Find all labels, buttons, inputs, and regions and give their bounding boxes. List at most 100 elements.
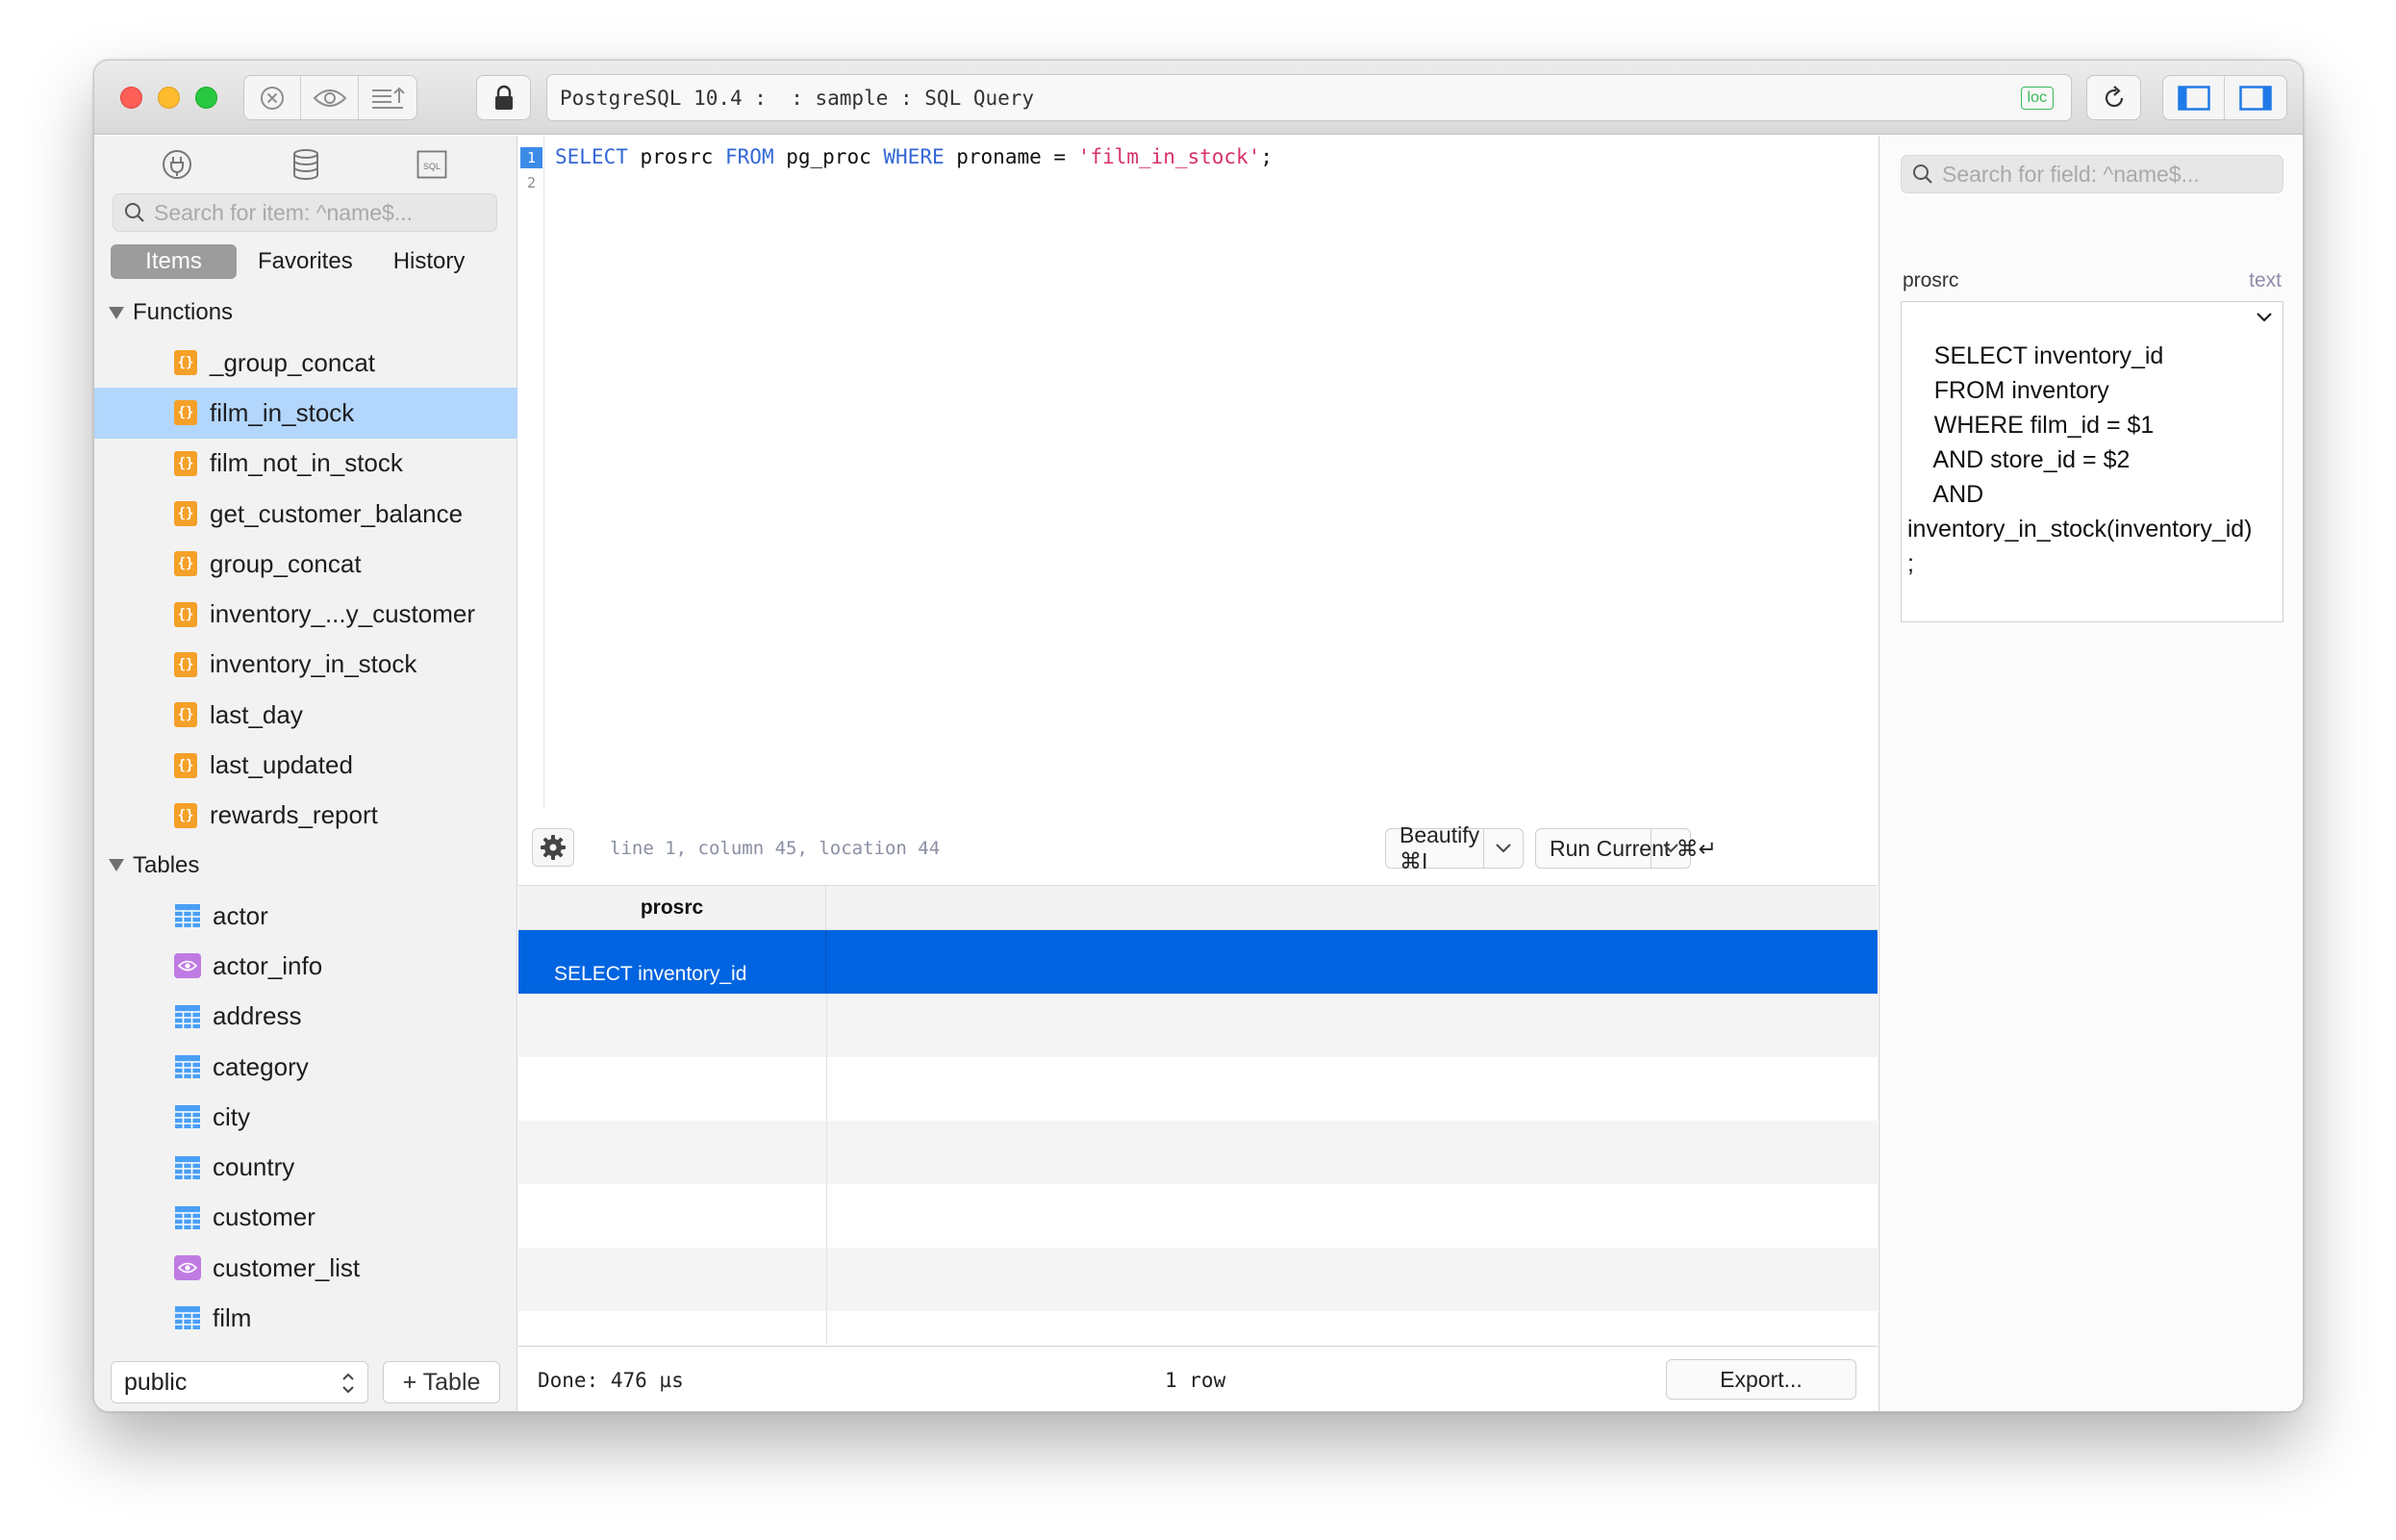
sql-identifier: prosrc bbox=[627, 145, 726, 168]
table-item-film[interactable]: film bbox=[94, 1293, 517, 1343]
table-icon bbox=[175, 1155, 200, 1179]
editor-settings-button[interactable] bbox=[532, 828, 574, 867]
disclosure-triangle-icon bbox=[109, 859, 124, 872]
sql-file-icon: SQL bbox=[416, 150, 447, 179]
table-item-label: actor_info bbox=[213, 950, 323, 980]
sql-mode-button[interactable]: SQL bbox=[413, 147, 451, 182]
table-item-address[interactable]: address bbox=[94, 992, 517, 1042]
item-tree: Functions {} _group_concat {} film_in_st… bbox=[94, 288, 517, 1344]
view-item-actor-info[interactable]: actor_info bbox=[94, 941, 517, 991]
function-icon: {} bbox=[174, 350, 197, 376]
close-window-button[interactable] bbox=[120, 87, 142, 109]
item-search-field[interactable]: Search for item: ^name$... bbox=[113, 193, 497, 232]
function-item-group-concat[interactable]: {} group_concat bbox=[94, 539, 517, 589]
run-options-button[interactable] bbox=[1652, 829, 1690, 868]
beautify-split-button: Beautify ⌘I bbox=[1385, 822, 1524, 873]
sql-keyword: SELECT bbox=[555, 145, 628, 168]
table-row-empty bbox=[518, 1248, 1878, 1311]
lock-button[interactable] bbox=[476, 75, 531, 120]
functions-group-header[interactable]: Functions bbox=[94, 288, 517, 338]
function-icon: {} bbox=[174, 450, 197, 476]
chevron-down-icon[interactable] bbox=[2256, 312, 2273, 323]
run-current-button[interactable]: Run Current ⌘↵ bbox=[1536, 829, 1717, 868]
tables-group-header[interactable]: Tables bbox=[94, 841, 517, 891]
item-search-placeholder: Search for item: ^name$... bbox=[154, 199, 414, 225]
commit-button[interactable] bbox=[359, 76, 416, 119]
zoom-window-button[interactable] bbox=[195, 87, 217, 109]
column-header-prosrc[interactable]: prosrc bbox=[518, 886, 826, 930]
lock-icon bbox=[494, 85, 513, 110]
table-row-empty bbox=[518, 1184, 1878, 1248]
line-number: 2 bbox=[526, 174, 537, 191]
connection-mode-button[interactable] bbox=[158, 147, 196, 182]
disclosure-triangle-icon bbox=[109, 306, 124, 319]
function-icon: {} bbox=[174, 752, 197, 778]
function-icon: {} bbox=[174, 702, 197, 728]
field-detail-panel: Search for field: ^name$... prosrc text … bbox=[1879, 136, 2303, 1411]
toggle-left-panel-button[interactable] bbox=[2163, 76, 2225, 119]
function-item-label: inventory_...y_customer bbox=[210, 599, 476, 629]
functions-group-label: Functions bbox=[133, 299, 234, 325]
function-icon: {} bbox=[174, 400, 197, 426]
table-item-customer[interactable]: customer bbox=[94, 1193, 517, 1243]
table-item-city[interactable]: city bbox=[94, 1092, 517, 1142]
loc-badge[interactable]: loc bbox=[2020, 87, 2054, 110]
database-mode-button[interactable] bbox=[287, 147, 325, 182]
table-item-label: actor bbox=[213, 900, 268, 930]
field-value-line: AND bbox=[1907, 481, 1984, 508]
function-item-film-not-in-stock[interactable]: {} film_not_in_stock bbox=[94, 439, 517, 489]
table-item-actor[interactable]: actor bbox=[94, 891, 517, 941]
table-item-country[interactable]: country bbox=[94, 1142, 517, 1192]
add-table-button[interactable]: + Table bbox=[383, 1361, 500, 1403]
preview-button[interactable] bbox=[301, 76, 359, 119]
sql-code-line[interactable]: SELECT prosrc FROM pg_proc WHERE proname… bbox=[555, 145, 1273, 168]
database-icon bbox=[293, 149, 318, 180]
connection-address-bar[interactable]: PostgreSQL 10.4 : : sample : SQL Query l… bbox=[546, 74, 2072, 121]
results-header: prosrc bbox=[518, 886, 1878, 930]
schema-select[interactable]: public bbox=[111, 1361, 368, 1403]
function-icon: {} bbox=[174, 551, 197, 577]
field-search-field[interactable]: Search for field: ^name$... bbox=[1901, 155, 2283, 193]
function-item-rewards-report[interactable]: {} rewards_report bbox=[94, 791, 517, 841]
function-item-inventory-held-by-customer[interactable]: {} inventory_...y_customer bbox=[94, 589, 517, 639]
sql-editor[interactable]: 1 2 SELECT prosrc FROM pg_proc WHERE pro… bbox=[518, 136, 1878, 886]
stop-query-button[interactable] bbox=[244, 76, 302, 119]
function-item-group-concat-underscore[interactable]: {} _group_concat bbox=[94, 338, 517, 388]
line-number: 1 bbox=[520, 147, 542, 168]
sidebar-footer: public + Table bbox=[94, 1350, 517, 1411]
function-item-label: inventory_in_stock bbox=[210, 649, 417, 679]
export-button[interactable]: Export... bbox=[1666, 1359, 1856, 1400]
results-footer: Done: 476 µs 1 row Export... bbox=[518, 1346, 1878, 1411]
table-icon bbox=[175, 1205, 200, 1229]
function-item-last-updated[interactable]: {} last_updated bbox=[94, 740, 517, 790]
view-item-customer-list[interactable]: customer_list bbox=[94, 1243, 517, 1293]
chevron-down-icon bbox=[1663, 844, 1678, 853]
function-icon: {} bbox=[174, 601, 197, 627]
tables-group-label: Tables bbox=[133, 851, 200, 878]
gear-icon bbox=[541, 835, 566, 860]
function-item-inventory-in-stock[interactable]: {} inventory_in_stock bbox=[94, 640, 517, 690]
line-number-gutter: 1 2 bbox=[518, 136, 544, 886]
view-eye-icon bbox=[174, 1255, 201, 1281]
result-cell[interactable]: SELECT inventory_id bbox=[518, 930, 826, 994]
sql-terminator: ; bbox=[1260, 145, 1273, 168]
tab-history[interactable]: History bbox=[374, 244, 487, 279]
reload-button[interactable] bbox=[2086, 75, 2141, 120]
function-item-label: group_concat bbox=[210, 548, 362, 578]
table-item-category[interactable]: category bbox=[94, 1042, 517, 1092]
function-item-film-in-stock[interactable]: {} film_in_stock bbox=[94, 388, 517, 439]
stop-icon bbox=[261, 86, 285, 110]
tab-favorites[interactable]: Favorites bbox=[237, 244, 374, 279]
beautify-button[interactable]: Beautify ⌘I bbox=[1386, 822, 1484, 873]
field-value-line: FROM inventory bbox=[1907, 377, 2109, 404]
table-icon bbox=[175, 1306, 200, 1330]
table-row[interactable]: SELECT inventory_id bbox=[518, 930, 1878, 994]
tab-items[interactable]: Items bbox=[111, 244, 237, 279]
function-item-last-day[interactable]: {} last_day bbox=[94, 690, 517, 740]
toggle-right-panel-button[interactable] bbox=[2225, 76, 2286, 119]
beautify-options-button[interactable] bbox=[1484, 829, 1523, 868]
minimize-window-button[interactable] bbox=[158, 87, 180, 109]
sidebar-tabs: Items Favorites History bbox=[111, 243, 486, 280]
function-item-get-customer-balance[interactable]: {} get_customer_balance bbox=[94, 489, 517, 539]
field-value-editor[interactable]: SELECT inventory_id FROM inventory WHERE… bbox=[1901, 301, 2283, 622]
